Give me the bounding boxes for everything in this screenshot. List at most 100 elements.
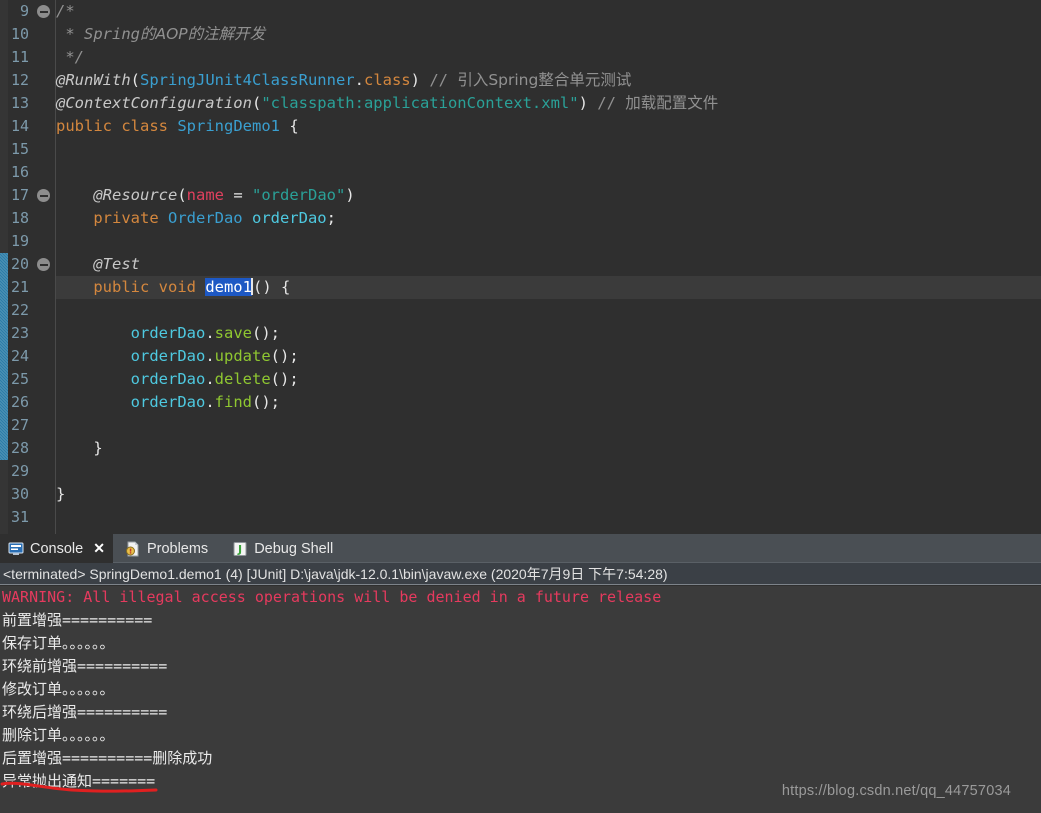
line-number: 9 <box>19 2 29 20</box>
fold-collapse-icon[interactable] <box>37 189 50 202</box>
code-token: 加载配置文件 <box>625 94 719 112</box>
code-token: orderDao <box>130 370 206 388</box>
code-text-area[interactable]: /* * Spring的AOP的注解开发 */@RunWith(SpringJU… <box>56 0 1041 534</box>
line-number: 17 <box>10 186 29 204</box>
code-token: OrderDao <box>167 209 243 227</box>
code-token: class <box>363 71 411 89</box>
code-line: } <box>56 483 1041 506</box>
code-line: orderDao.save(); <box>56 322 1041 345</box>
code-token: 的AOP的注解开发 <box>140 25 266 43</box>
line-number: 11 <box>10 48 29 66</box>
code-line: public class SpringDemo1 { <box>56 115 1041 138</box>
code-token: { <box>279 117 299 135</box>
fold-collapse-icon[interactable] <box>37 258 50 271</box>
line-number: 18 <box>10 209 29 227</box>
console-line: 环绕后增强========== <box>2 703 168 721</box>
code-line: @Resource(name = "orderDao") <box>56 184 1041 207</box>
code-line: * Spring的AOP的注解开发 <box>56 23 1041 46</box>
problems-icon <box>125 541 141 557</box>
code-token: = <box>224 186 252 204</box>
code-token: // <box>420 71 458 89</box>
console-line: 环绕前增强========== <box>2 657 168 675</box>
code-token: public class <box>56 117 178 135</box>
code-line: private OrderDao orderDao; <box>56 207 1041 230</box>
line-number: 30 <box>10 485 29 503</box>
code-token: */ <box>56 48 84 66</box>
code-token: () { <box>252 278 291 296</box>
code-token: @Test <box>93 255 140 273</box>
line-number: 19 <box>10 232 29 250</box>
code-token: /* <box>56 2 75 20</box>
code-token: ( <box>177 186 187 204</box>
line-number: 20 <box>10 255 29 273</box>
code-line: @Test <box>56 253 1041 276</box>
code-token: @Resource <box>93 186 178 204</box>
code-token: delete <box>214 370 271 388</box>
code-token: (); <box>270 347 299 365</box>
tab-label: Debug Shell <box>254 540 334 557</box>
code-token: private <box>93 209 168 227</box>
line-number: 16 <box>10 163 29 181</box>
code-token: "orderDao" <box>252 186 346 204</box>
code-token: . <box>205 347 215 365</box>
code-token: . <box>205 393 215 411</box>
line-number: 27 <box>10 416 29 434</box>
code-line: @RunWith(SpringJUnit4ClassRunner.class) … <box>56 69 1041 92</box>
line-number: 25 <box>10 370 29 388</box>
tab-console[interactable]: Console ✕ <box>0 534 113 563</box>
tab-problems[interactable]: Problems <box>117 534 216 563</box>
code-line: public void demo1() { <box>56 276 1041 299</box>
console-line: WARNING: All illegal access operations w… <box>2 588 662 606</box>
code-token: orderDao <box>251 209 327 227</box>
code-editor[interactable]: 9 10 11 12 13 14 15 16 17 18 19 20 21 22 23 24 25 26 27 28 2… <box>0 0 1041 534</box>
tab-debug-shell[interactable]: J Debug Shell <box>224 534 341 563</box>
code-token: @RunWith <box>56 71 131 89</box>
code-token: save <box>214 324 252 342</box>
console-line: 前置增强========== <box>2 611 153 629</box>
code-token: SpringJUnit4ClassRunner <box>140 71 355 89</box>
code-line: @ContextConfiguration("classpath:applica… <box>56 92 1041 115</box>
line-number: 31 <box>10 508 29 526</box>
code-line: */ <box>56 46 1041 69</box>
code-token: ) <box>410 71 420 89</box>
close-icon[interactable]: ✕ <box>93 540 105 557</box>
line-number: 15 <box>10 140 29 158</box>
code-token: "classpath:applicationContext.xml" <box>261 94 579 112</box>
console-output[interactable]: WARNING: All illegal access operations w… <box>0 586 1041 813</box>
code-token: ( <box>251 94 262 112</box>
code-token: demo1 <box>205 278 252 296</box>
code-token: name <box>186 186 224 204</box>
code-token: ) <box>578 94 588 112</box>
console-line: 删除订单。。。。。。 <box>2 726 115 744</box>
line-number-gutter[interactable]: 9 10 11 12 13 14 15 16 17 18 19 20 21 22 23 24 25 26 27 28 2… <box>8 0 55 534</box>
console-line: 异常抛出通知======= <box>2 772 156 790</box>
line-number: 24 <box>10 347 29 365</box>
code-token: . <box>205 324 215 342</box>
console-icon <box>8 541 24 557</box>
line-number: 28 <box>10 439 29 457</box>
svg-text:J: J <box>237 543 242 556</box>
code-line: /* <box>56 0 1041 23</box>
code-token: ; <box>326 209 336 227</box>
watermark-url: https://blog.csdn.net/qq_44757034 <box>781 783 1011 799</box>
code-token: SpringDemo1 <box>177 117 280 135</box>
view-tab-bar[interactable]: Console ✕ Problems J Debug Shell <box>0 534 1041 563</box>
eclipse-ide-window: 9 10 11 12 13 14 15 16 17 18 19 20 21 22 23 24 25 26 27 28 2… <box>0 0 1041 813</box>
fold-collapse-icon[interactable] <box>37 5 50 18</box>
code-token: orderDao <box>130 393 206 411</box>
line-number: 29 <box>10 462 29 480</box>
line-number: 14 <box>10 117 29 135</box>
code-token: update <box>214 347 271 365</box>
code-token: ( <box>130 71 140 89</box>
